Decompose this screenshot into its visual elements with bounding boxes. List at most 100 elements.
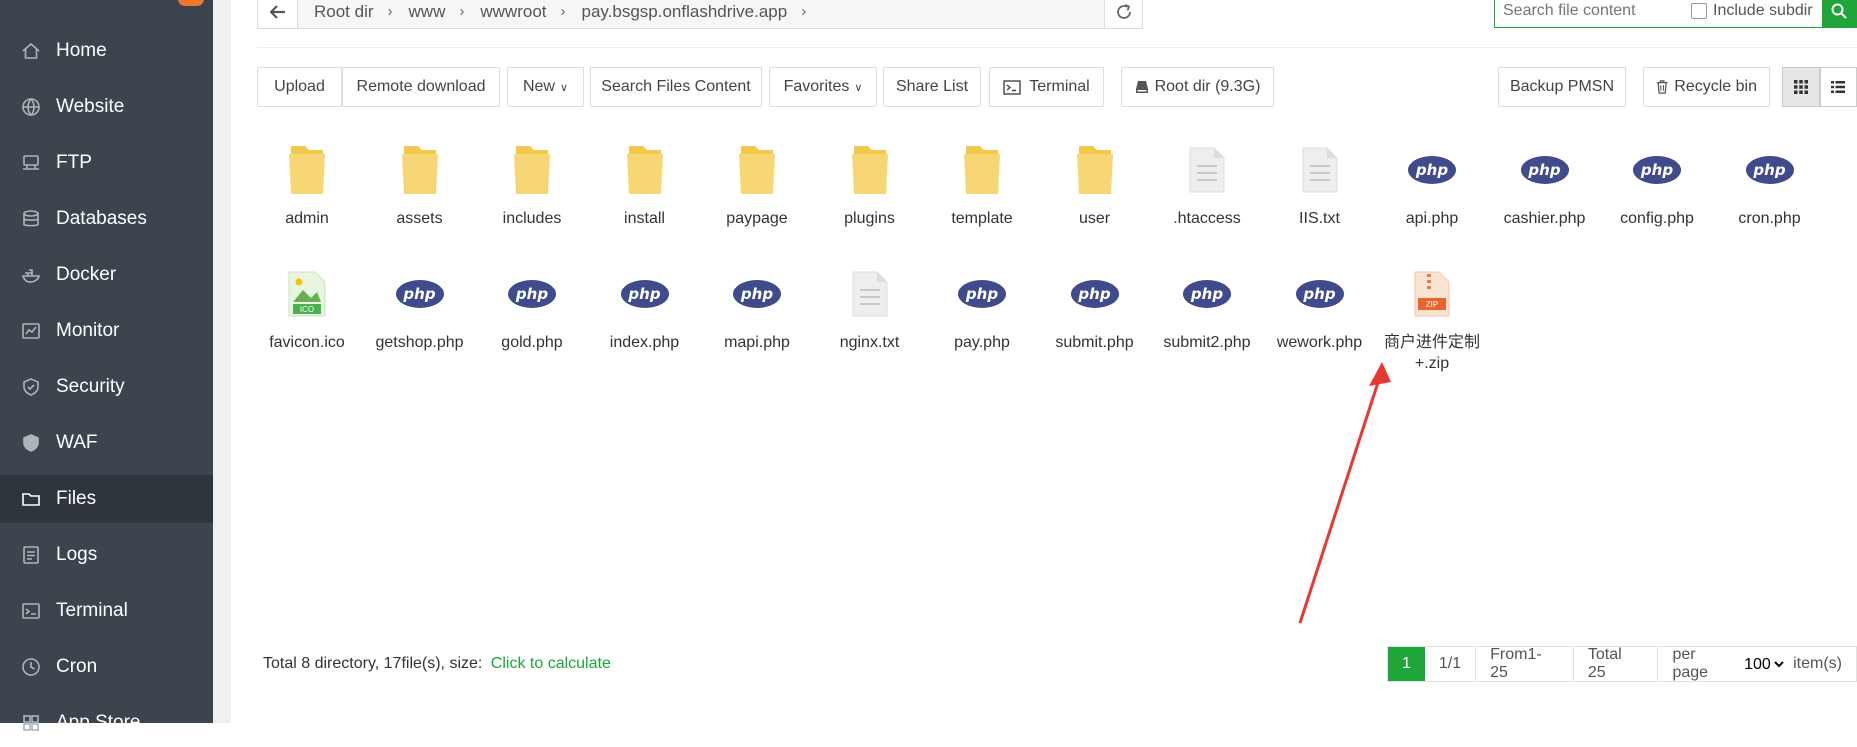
file-item[interactable]: phpsubmit.php [1041,262,1149,353]
sidebar-item-terminal[interactable]: Terminal [0,587,213,635]
list-view-button[interactable] [1820,67,1857,107]
sidebar-item-label: Website [56,96,124,118]
new-button[interactable]: New∨ [507,67,584,107]
search-files-content-button[interactable]: Search Files Content [590,67,762,107]
page-1-button[interactable]: 1 [1388,647,1425,681]
sidebar-item-cron[interactable]: Cron [0,643,213,691]
file-name: pay.php [928,332,1036,353]
breadcrumb-text: wwwroot [480,2,546,22]
text-file-icon [1188,146,1226,194]
share-list-button[interactable]: Share List [883,67,981,107]
chevron-right-icon: › [801,3,806,20]
recycle-bin-button[interactable]: Recycle bin [1643,67,1770,107]
calculate-size-link[interactable]: Click to calculate [491,655,611,672]
root-dir-button[interactable]: Root dir (9.3G) [1121,67,1274,107]
sidebar-item-logs[interactable]: Logs [0,531,213,579]
php-file-icon: php [1521,156,1569,184]
folder-item[interactable]: includes [478,138,586,229]
sidebar-item-website[interactable]: Website [0,83,213,131]
file-item[interactable]: phpgetshop.php [366,262,474,353]
sidebar-item-label: WAF [56,432,98,454]
file-item[interactable]: phpmapi.php [703,262,811,353]
folder-item[interactable]: plugins [816,138,924,229]
sidebar: Home Website FTP Databases Docker Monitor Secu… [0,0,213,723]
terminal-button[interactable]: Terminal [989,67,1104,107]
file-item[interactable]: ICOfavicon.ico [253,262,361,353]
file-item[interactable]: phpsubmit2.php [1153,262,1261,353]
file-icon-wrap: php [591,262,699,326]
grid-view-button[interactable] [1782,67,1820,107]
breadcrumb-item[interactable]: wwwroot› [480,2,565,22]
file-icon-wrap [1153,138,1261,202]
file-name: plugins [816,208,924,229]
file-item[interactable]: phpcron.php [1716,138,1824,229]
file-item[interactable]: phpwework.php [1266,262,1374,353]
file-name: wework.php [1266,332,1374,353]
sidebar-item-home[interactable]: Home [0,27,213,75]
file-icon-wrap [928,138,1036,202]
file-name: IIS.txt [1266,208,1374,229]
file-icon-wrap: ZIP [1378,262,1486,326]
sidebar-item-security[interactable]: Security [0,363,213,411]
search-button[interactable] [1822,0,1856,28]
backup-button[interactable]: Backup PMSN [1498,67,1626,107]
folder-icon [737,142,777,198]
file-name: index.php [591,332,699,353]
annotation-arrow [1290,358,1400,628]
file-item[interactable]: phppay.php [928,262,1036,353]
folder-icon [625,142,665,198]
file-item[interactable]: phpcashier.php [1491,138,1599,229]
sidebar-item-monitor[interactable]: Monitor [0,307,213,355]
folder-item[interactable]: user [1041,138,1149,229]
per-page-label: per page [1672,646,1734,682]
folder-icon [287,142,327,198]
file-icon-wrap: php [1041,262,1149,326]
new-label: New [523,78,555,96]
file-item[interactable]: phpconfig.php [1603,138,1711,229]
folder-item[interactable]: admin [253,138,361,229]
file-item[interactable]: phpgold.php [478,262,586,353]
sidebar-item-waf[interactable]: WAF [0,419,213,467]
file-icon-wrap [591,138,699,202]
file-item[interactable]: .htaccess [1153,138,1261,229]
per-page-select[interactable]: 100 [1740,655,1787,674]
include-subdir-checkbox[interactable] [1691,3,1707,19]
clock-icon [20,656,42,678]
favorites-button[interactable]: Favorites∨ [769,67,877,107]
monitor-icon [20,320,42,342]
sidebar-item-label: Databases [56,208,147,230]
folder-item[interactable]: template [928,138,1036,229]
breadcrumb-item[interactable]: www› [409,2,465,22]
path-bar: Root dir›www›wwwroot›pay.bsgsp.onflashdr… [257,0,1143,29]
content-gutter [213,0,231,723]
file-item[interactable]: php index.php [591,262,699,353]
sidebar-item-ftp[interactable]: FTP [0,139,213,187]
search-box: Include subdir [1494,0,1857,28]
favorites-label: Favorites [784,78,850,96]
file-item[interactable]: nginx.txt [816,262,924,353]
search-input[interactable] [1503,2,1683,20]
folder-item[interactable]: install [591,138,699,229]
sidebar-item-app-store[interactable]: App Store [0,699,213,747]
folder-item[interactable]: assets [366,138,474,229]
header-divider [257,47,1857,48]
file-name: favicon.ico [253,332,361,353]
file-item[interactable]: phpapi.php [1378,138,1486,229]
include-subdir-label: Include subdir [1713,2,1813,20]
back-button[interactable] [258,0,298,28]
sidebar-item-label: FTP [56,152,92,174]
remote-download-button[interactable]: Remote download [342,67,500,107]
text-file-icon [1301,146,1339,194]
sidebar-item-docker[interactable]: Docker [0,251,213,299]
sidebar-item-files[interactable]: Files [0,475,213,523]
folder-item[interactable]: paypage [703,138,811,229]
sidebar-item-databases[interactable]: Databases [0,195,213,243]
refresh-button[interactable] [1104,0,1142,28]
upload-button[interactable]: Upload [257,67,342,107]
breadcrumb-item[interactable]: Root dir› [314,2,393,22]
pagination: 1 1/1 From1-25 Total 25 per page 100 ite… [1387,646,1857,682]
php-file-icon: php [1633,156,1681,184]
breadcrumb-item[interactable]: pay.bsgsp.onflashdrive.app› [582,2,807,22]
share-list-label: Share List [896,78,968,96]
file-item[interactable]: IIS.txt [1266,138,1374,229]
